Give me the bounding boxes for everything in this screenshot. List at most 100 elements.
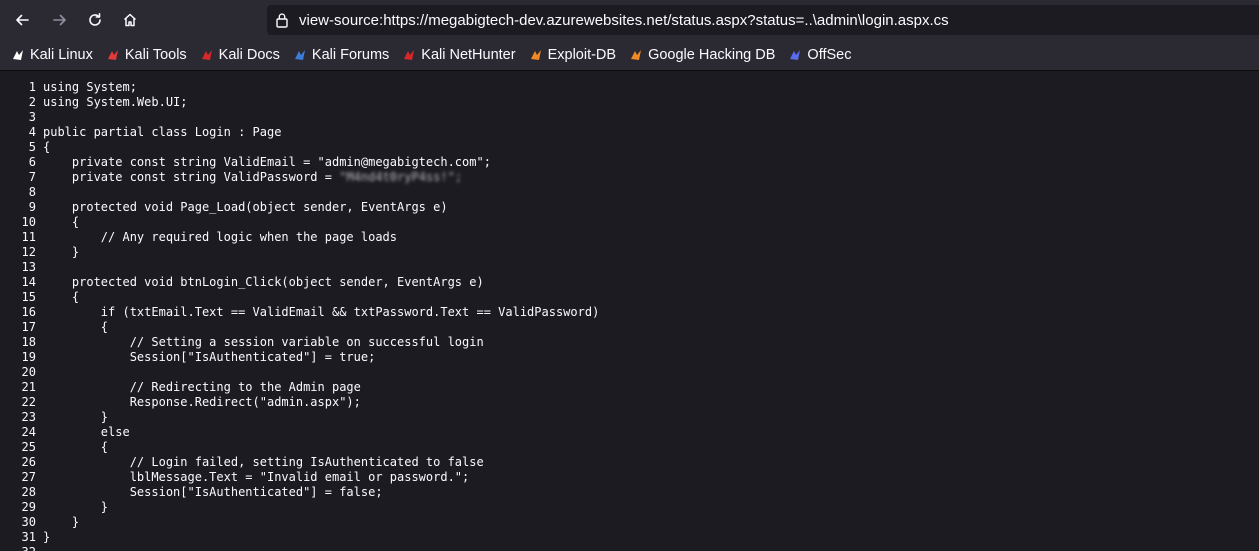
arrow-back-icon <box>16 14 29 26</box>
line-number: 19 <box>21 350 36 364</box>
line-number: 14 <box>21 275 36 289</box>
lock-icon[interactable] <box>275 12 289 28</box>
line-number: 6 <box>28 155 36 169</box>
line-text: } <box>43 530 51 544</box>
bookmark-kali-linux[interactable]: Kali Linux <box>10 47 93 63</box>
line-code: Session["IsAuthenticated"] = true; <box>36 350 376 365</box>
line-text: // Setting a session variable on success… <box>43 335 484 349</box>
home-icon <box>123 13 137 27</box>
line-number: 30 <box>21 515 36 529</box>
line-number: 26 <box>21 455 36 469</box>
line-text: public partial class Login : Page <box>43 125 282 139</box>
bookmark-google-hacking-db[interactable]: Google Hacking DB <box>628 47 775 63</box>
source-line: 17 { <box>0 320 1259 335</box>
bookmark-label: Exploit-DB <box>547 47 617 63</box>
reload-icon <box>89 13 101 26</box>
kali-tools-icon <box>105 47 121 63</box>
forward-button[interactable] <box>45 5 75 35</box>
line-code: } <box>36 530 50 545</box>
line-code: } <box>36 515 79 530</box>
line-number: 22 <box>21 395 36 409</box>
home-button[interactable] <box>115 5 145 35</box>
source-line: 19 Session["IsAuthenticated"] = true; <box>0 350 1259 365</box>
source-line: 31} <box>0 530 1259 545</box>
reload-button[interactable] <box>80 5 110 35</box>
back-button[interactable] <box>7 5 37 35</box>
line-text: } <box>43 245 80 259</box>
line-code: Session["IsAuthenticated"] = false; <box>36 485 383 500</box>
source-line: 21 // Redirecting to the Admin page <box>0 380 1259 395</box>
browser-toolbar: view-source:https://megabigtech-dev.azur… <box>0 0 1259 40</box>
bookmarks-bar: Kali Linux Kali Tools Kali Docs Kali Forums… <box>0 40 1259 71</box>
line-code: else <box>36 425 130 440</box>
line-number: 9 <box>28 200 36 214</box>
bookmark-label: Google Hacking DB <box>648 47 776 63</box>
line-code: if (txtEmail.Text == ValidEmail && txtPa… <box>36 305 600 320</box>
line-number: 11 <box>21 230 36 244</box>
line-number: 4 <box>28 125 36 139</box>
line-number: 10 <box>21 215 36 229</box>
line-number: 12 <box>21 245 36 259</box>
bookmark-offsec[interactable]: OffSec <box>787 47 851 63</box>
line-text: { <box>43 320 109 334</box>
line-code: public partial class Login : Page <box>36 125 281 140</box>
line-code: // Redirecting to the Admin page <box>36 380 361 395</box>
source-line: 7 private const string ValidPassword = "… <box>0 170 1259 185</box>
source-line: 25 { <box>0 440 1259 455</box>
source-line: 22 Response.Redirect("admin.aspx"); <box>0 395 1259 410</box>
kali-forums-icon <box>292 47 308 63</box>
url-text: view-source:https://megabigtech-dev.azur… <box>299 11 949 29</box>
line-number: 23 <box>21 410 36 424</box>
source-line: 26 // Login failed, setting IsAuthentica… <box>0 455 1259 470</box>
source-line: 14 protected void btnLogin_Click(object … <box>0 275 1259 290</box>
source-line: 29 } <box>0 500 1259 515</box>
bookmark-kali-forums[interactable]: Kali Forums <box>292 47 389 63</box>
kali-dragon-icon <box>10 47 26 63</box>
bookmark-exploit-db[interactable]: Exploit-DB <box>528 47 617 63</box>
line-number: 8 <box>28 185 36 199</box>
line-code: { <box>36 215 79 230</box>
line-number: 18 <box>21 335 36 349</box>
redacted-password: "M4nd4t0ryP4ss!"; <box>339 170 463 184</box>
source-line: 18 // Setting a session variable on succ… <box>0 335 1259 350</box>
source-line: 15 { <box>0 290 1259 305</box>
arrow-forward-icon <box>53 14 66 26</box>
bookmark-kali-docs[interactable]: Kali Docs <box>199 47 280 63</box>
line-text: { <box>43 440 109 454</box>
line-code: { <box>36 320 108 335</box>
line-number: 32 <box>0 545 36 551</box>
bookmark-label: Kali Linux <box>30 47 93 63</box>
line-text: protected void Page_Load(object sender, … <box>43 200 448 214</box>
line-text: } <box>43 410 109 424</box>
bookmark-label: Kali NetHunter <box>421 47 516 63</box>
line-number: 25 <box>21 440 36 454</box>
line-text: if (txtEmail.Text == ValidEmail && txtPa… <box>43 305 600 319</box>
line-code: } <box>36 245 79 260</box>
line-code: Response.Redirect("admin.aspx"); <box>36 395 361 410</box>
source-line: 27 lblMessage.Text = "Invalid email or p… <box>0 470 1259 485</box>
line-number: 29 <box>21 500 36 514</box>
bookmark-label: Kali Tools <box>124 47 187 63</box>
line-number: 13 <box>21 260 36 274</box>
line-text: using System.Web.UI; <box>43 95 188 109</box>
source-line: 8 <box>0 185 1259 200</box>
bookmark-kali-tools[interactable]: Kali Tools <box>105 47 187 63</box>
line-number: 7 <box>28 170 36 184</box>
line-code: protected void Page_Load(object sender, … <box>36 200 448 215</box>
source-line: 13 <box>0 260 1259 275</box>
line-number: 17 <box>21 320 36 334</box>
kali-nethunter-icon <box>401 47 417 63</box>
line-code: { <box>36 140 50 155</box>
bookmark-label: Kali Docs <box>218 47 280 63</box>
line-code: private const string ValidPassword = "M4… <box>36 170 462 185</box>
line-text: lblMessage.Text = "Invalid email or pass… <box>43 470 470 484</box>
url-bar[interactable]: view-source:https://megabigtech-dev.azur… <box>267 5 1259 35</box>
line-code: // Login failed, setting IsAuthenticated… <box>36 455 484 470</box>
bookmark-kali-nethunter[interactable]: Kali NetHunter <box>401 47 516 63</box>
source-line: 16 if (txtEmail.Text == ValidEmail && tx… <box>0 305 1259 320</box>
line-number: 16 <box>21 305 36 319</box>
